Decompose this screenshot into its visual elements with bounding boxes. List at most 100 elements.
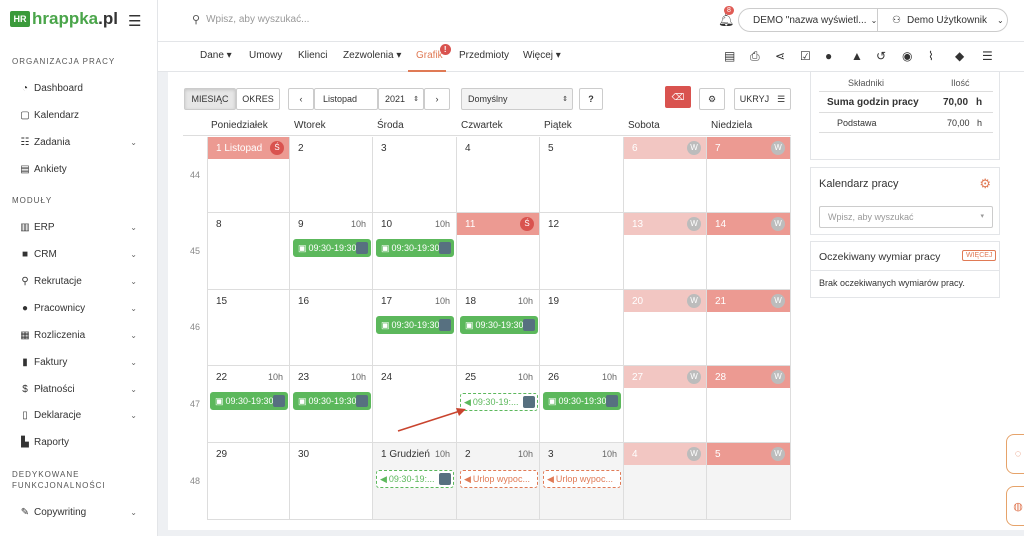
shift-block[interactable]: ▣ 09:30-19:30 <box>376 239 454 257</box>
company-select[interactable]: DEMO "nazwa wyświetl... ⌄ <box>738 8 878 32</box>
help-button[interactable]: ? <box>579 88 603 110</box>
sidebar-item-copywriting[interactable]: ✎ Copywriting ⌄ <box>18 503 143 521</box>
day-cell[interactable]: 28 W <box>707 366 791 443</box>
hide-button[interactable]: UKRYJ ☰ <box>734 88 791 110</box>
day-cell[interactable]: 4 <box>457 137 540 213</box>
tab-dane[interactable]: Dane ▾ <box>200 50 232 61</box>
day-cell[interactable]: 3 <box>373 137 457 213</box>
template-select[interactable]: Domyślny ⇕ <box>461 88 573 110</box>
sidebar-item-faktury[interactable]: ▮ Faktury ⌄ <box>18 353 143 371</box>
day-cell[interactable]: 27 W <box>624 366 707 443</box>
bell-icon[interactable]: ▲ <box>851 49 863 63</box>
search-input[interactable]: Wpisz, aby wyszukać... <box>206 14 309 25</box>
hours-label: 10h <box>267 372 283 382</box>
comments-icon[interactable]: ◉ <box>902 49 912 63</box>
history-icon[interactable]: ↺ <box>876 49 886 63</box>
sidebar-item-kalendarz[interactable]: ▢ Kalendarz <box>18 106 143 124</box>
sidebar-item-dashboard[interactable]: ◔ Dashboard <box>18 79 143 97</box>
day-cell[interactable]: 13 W <box>624 213 707 290</box>
shift-block[interactable]: ▣ 09:30-19:30 <box>210 392 288 410</box>
month-field[interactable]: Listopad <box>314 88 378 110</box>
shift-block-draft[interactable]: ◀ 09:30-19:... <box>460 393 538 411</box>
week-number: 48 <box>189 476 200 486</box>
day-cell[interactable]: 5 <box>540 137 624 213</box>
tag-icon[interactable]: ◆ <box>955 49 964 63</box>
day-cell[interactable]: 12 <box>540 213 624 290</box>
day-cell[interactable]: 5W <box>707 443 791 520</box>
chevron-down-icon: ⌄ <box>130 137 137 147</box>
gear-icon[interactable]: ⚙ <box>979 176 991 192</box>
day-cell[interactable]: 1 Listopad Ś <box>207 137 290 213</box>
notifications-button[interactable]: 🔔︎ 8 <box>718 6 735 28</box>
logo[interactable]: HR hrappka .pl <box>10 9 118 29</box>
day-cell[interactable]: 7W <box>707 137 791 213</box>
day-cell[interactable]: 14 W <box>707 213 791 290</box>
tab-umowy[interactable]: Umowy <box>249 50 282 61</box>
day-cell[interactable]: 6W <box>624 137 707 213</box>
day-header: 21 W <box>707 290 790 312</box>
calendar-check-icon[interactable]: ☑ <box>800 49 811 63</box>
checklist-icon[interactable]: ☰ <box>982 49 993 63</box>
sidebar-item-erp[interactable]: ▥ ERP ⌄ <box>18 218 143 236</box>
view-month-button[interactable]: MIESIĄC <box>184 88 236 110</box>
chevron-down-icon: ⌄ <box>130 357 137 367</box>
megaphone-icon: ◀ <box>464 473 471 484</box>
next-month-button[interactable]: › <box>424 88 450 110</box>
chat-button[interactable]: ◌ <box>1006 434 1024 474</box>
year-stepper[interactable]: 2021 ⇕ <box>378 88 424 110</box>
sidebar-item-ankiety[interactable]: ▤ Ankiety <box>18 160 143 178</box>
tab-grafik[interactable]: Grafik! <box>416 44 451 61</box>
shift-block[interactable]: ▣ 09:30-19:30 <box>460 316 538 334</box>
sidebar-item-rozliczenia[interactable]: ▦ Rozliczenia ⌄ <box>18 326 143 344</box>
prev-month-button[interactable]: ‹ <box>288 88 314 110</box>
hours-label: 10h <box>517 449 533 459</box>
sidebar-item-pracownicy[interactable]: ● Pracownicy ⌄ <box>18 299 143 317</box>
day-cell[interactable]: 29 <box>207 443 290 520</box>
menu-toggle-icon[interactable]: ☰ <box>128 12 141 30</box>
day-cell[interactable]: 16 <box>290 290 373 366</box>
day-cell[interactable]: 11 Ś <box>457 213 540 290</box>
shift-block[interactable]: ▣ 09:30-19:30 <box>293 392 371 410</box>
day-cell[interactable]: 20 W <box>624 290 707 366</box>
user-select[interactable]: ⚇ Demo Użytkownik ⌄ <box>878 8 1008 32</box>
document-icon[interactable]: ▤ <box>724 49 735 63</box>
tab-przedmioty[interactable]: Przedmioty <box>459 50 509 61</box>
day-cell[interactable]: 30 <box>290 443 373 520</box>
sidebar-item-deklaracje[interactable]: ▯ Deklaracje ⌄ <box>18 406 143 424</box>
day-cell[interactable]: 19 <box>540 290 624 366</box>
day-cell[interactable]: 21 W <box>707 290 791 366</box>
work-calendar-select[interactable]: Wpisz, aby wyszukać ▾ <box>819 206 993 228</box>
tips-button[interactable]: ◍ <box>1006 486 1024 526</box>
tab-wiecej[interactable]: Więcej ▾ <box>523 50 561 61</box>
day-cell[interactable]: 2 <box>290 137 373 213</box>
leave-block[interactable]: ◀ Urlop wypoc... <box>543 470 621 488</box>
chevron-left-icon: ‹ <box>299 94 303 104</box>
sidebar-item-platnosci[interactable]: $ Płatności ⌄ <box>18 380 143 398</box>
section-org: ORGANIZACJA PRACY <box>12 57 116 66</box>
sidebar-item-raporty[interactable]: ▙ Raporty <box>18 433 143 451</box>
shift-block-draft[interactable]: ◀ 09:30-19:... <box>376 470 454 488</box>
settings-button[interactable]: ⚙ <box>699 88 725 110</box>
day-header: 13 W <box>624 213 706 235</box>
tab-zezwolenia[interactable]: Zezwolenia ▾ <box>343 50 401 61</box>
global-search[interactable]: ⚲ Wpisz, aby wyszukać... <box>192 13 309 26</box>
more-button[interactable]: WIĘCEJ <box>962 250 997 261</box>
view-range-button[interactable]: OKRES <box>236 88 280 110</box>
share-icon[interactable]: ⋖ <box>775 49 785 63</box>
sidebar-item-rekrutacje[interactable]: ⚲ Rekrutacje ⌄ <box>18 272 143 290</box>
day-cell[interactable]: 8 <box>207 213 290 290</box>
day-cell[interactable]: 4W <box>624 443 707 520</box>
shift-block[interactable]: ▣ 09:30-19:30 <box>376 316 454 334</box>
sidebar-item-crm[interactable]: ■ CRM ⌄ <box>18 245 143 263</box>
print-icon[interactable]: ⎙ <box>750 49 760 64</box>
tab-klienci[interactable]: Klienci <box>298 50 327 61</box>
attachment-icon[interactable]: ⌇ <box>928 49 934 63</box>
shift-block[interactable]: ▣ 09:30-19:30 <box>543 392 621 410</box>
comment-icon[interactable]: ● <box>825 49 832 63</box>
sidebar-item-zadania[interactable]: ☷ Zadania ⌄ <box>18 133 143 151</box>
chevron-down-icon: ⌄ <box>870 15 878 25</box>
leave-block[interactable]: ◀ Urlop wypoc... <box>460 470 538 488</box>
shift-block[interactable]: ▣ 09:30-19:30 <box>293 239 371 257</box>
day-cell[interactable]: 15 <box>207 290 290 366</box>
eraser-button[interactable]: ⌫ <box>665 86 691 108</box>
